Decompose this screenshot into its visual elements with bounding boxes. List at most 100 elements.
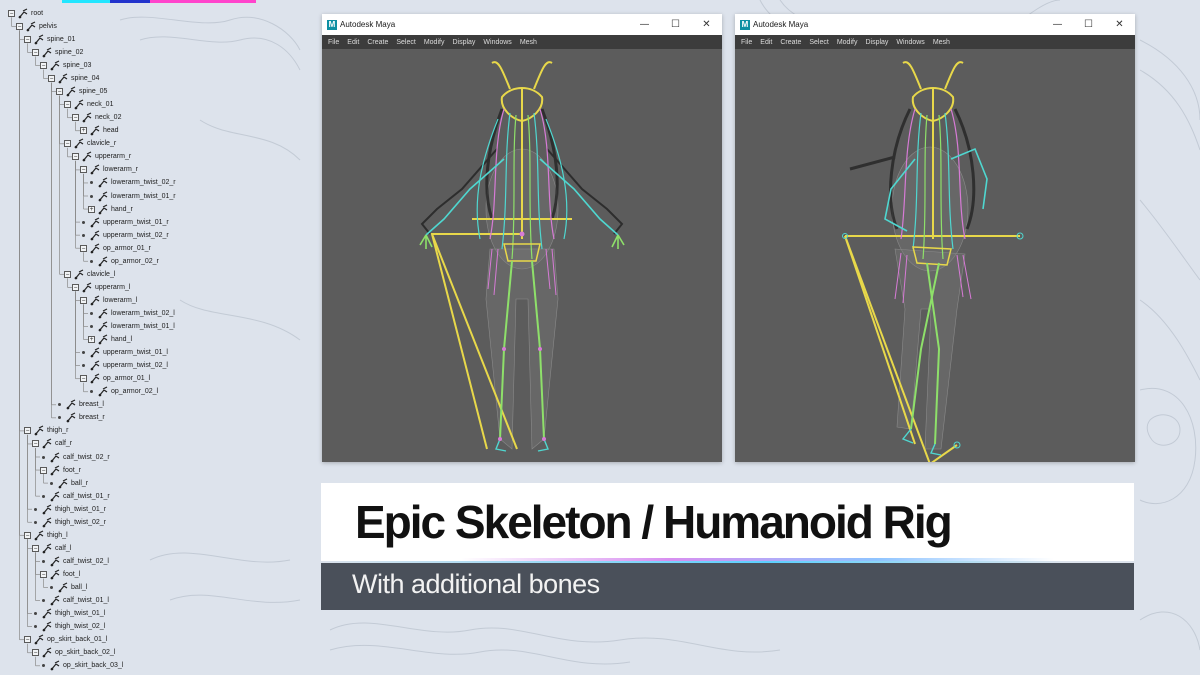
menu-mesh[interactable]: Mesh [520, 39, 537, 46]
outliner-node[interactable]: − upperarm_r [72, 150, 131, 163]
outliner-node[interactable]: calf_twist_01_r [40, 490, 110, 503]
outliner-node[interactable]: op_armor_02_l [88, 385, 158, 398]
outliner-node[interactable]: − foot_r [40, 464, 81, 477]
outliner-node[interactable]: − spine_03 [40, 59, 91, 72]
outliner-node[interactable]: thigh_twist_01_r [32, 503, 106, 516]
outliner-node[interactable]: ball_r [48, 477, 88, 490]
collapse-toggle-icon[interactable]: − [80, 244, 87, 252]
outliner-node[interactable]: lowerarm_twist_02_l [88, 307, 175, 320]
outliner-node[interactable]: − spine_04 [48, 72, 99, 85]
outliner-node[interactable]: − root [8, 7, 43, 20]
outliner-node[interactable]: − lowerarm_l [80, 294, 137, 307]
outliner-node[interactable]: calf_twist_01_l [40, 594, 109, 607]
outliner-node[interactable]: − spine_05 [56, 85, 107, 98]
menu-create[interactable]: Create [780, 39, 801, 46]
outliner-node[interactable]: upperarm_twist_01_r [80, 216, 169, 229]
outliner-node[interactable]: − foot_l [40, 568, 80, 581]
collapse-toggle-icon[interactable]: − [32, 48, 39, 56]
collapse-toggle-icon[interactable]: − [64, 101, 71, 109]
maya-window-front[interactable]: M Autodesk Maya — ☐ ✕ File Edit Create S… [322, 14, 722, 462]
collapse-toggle-icon[interactable]: − [56, 88, 63, 96]
expand-toggle-icon[interactable]: + [88, 336, 95, 344]
outliner-node[interactable]: − lowerarm_r [80, 163, 138, 176]
outliner-node[interactable]: − upperarm_l [72, 281, 130, 294]
outliner-node[interactable]: − op_skirt_back_01_l [24, 633, 107, 646]
outliner-node[interactable]: + hand_r [88, 203, 133, 216]
collapse-toggle-icon[interactable]: − [24, 531, 31, 539]
outliner-node[interactable]: − clavicle_r [64, 137, 116, 150]
close-button[interactable]: ✕ [691, 19, 722, 30]
collapse-toggle-icon[interactable]: − [24, 35, 31, 43]
collapse-toggle-icon[interactable]: − [32, 649, 39, 657]
collapse-toggle-icon[interactable]: − [64, 270, 71, 278]
menu-select[interactable]: Select [396, 39, 415, 46]
menu-modify[interactable]: Modify [837, 39, 858, 46]
outliner-node[interactable]: + head [80, 124, 119, 137]
outliner-node[interactable]: upperarm_twist_02_r [80, 229, 169, 242]
collapse-toggle-icon[interactable]: − [72, 114, 79, 122]
maximize-button[interactable]: ☐ [660, 19, 691, 30]
window-titlebar[interactable]: M Autodesk Maya — ☐ ✕ [322, 14, 722, 35]
collapse-toggle-icon[interactable]: − [40, 466, 47, 474]
collapse-toggle-icon[interactable]: − [72, 153, 79, 161]
outliner-node[interactable]: − calf_r [32, 437, 72, 450]
collapse-toggle-icon[interactable]: − [24, 427, 31, 435]
collapse-toggle-icon[interactable]: − [64, 140, 71, 148]
collapse-toggle-icon[interactable]: − [48, 75, 55, 83]
collapse-toggle-icon[interactable]: − [72, 283, 79, 291]
menu-windows[interactable]: Windows [483, 39, 511, 46]
maximize-button[interactable]: ☐ [1073, 19, 1104, 30]
minimize-button[interactable]: — [629, 19, 660, 30]
viewport-front[interactable] [322, 49, 722, 462]
menu-edit[interactable]: Edit [347, 39, 359, 46]
window-titlebar[interactable]: M Autodesk Maya — ☐ ✕ [735, 14, 1135, 35]
minimize-button[interactable]: — [1042, 19, 1073, 30]
outliner-node[interactable]: thigh_twist_02_l [32, 620, 105, 633]
outliner-node[interactable]: − pelvis [16, 20, 57, 33]
outliner-node[interactable]: − spine_01 [24, 33, 75, 46]
collapse-toggle-icon[interactable]: − [8, 9, 15, 17]
outliner-node[interactable]: − calf_l [32, 542, 71, 555]
collapse-toggle-icon[interactable]: − [16, 22, 23, 30]
menu-file[interactable]: File [741, 39, 752, 46]
outliner-node[interactable]: lowerarm_twist_01_l [88, 320, 175, 333]
menu-modify[interactable]: Modify [424, 39, 445, 46]
outliner-node[interactable]: thigh_twist_01_l [32, 607, 105, 620]
collapse-toggle-icon[interactable]: − [24, 636, 31, 644]
outliner-node[interactable]: thigh_twist_02_r [32, 516, 106, 529]
outliner-node[interactable]: calf_twist_02_r [40, 451, 110, 464]
menu-edit[interactable]: Edit [760, 39, 772, 46]
close-button[interactable]: ✕ [1104, 19, 1135, 30]
outliner-node[interactable]: op_skirt_back_03_l [40, 659, 123, 672]
outliner-node[interactable]: − neck_02 [72, 111, 121, 124]
outliner-node[interactable]: − op_armor_01_l [80, 372, 150, 385]
outliner-node[interactable]: − op_armor_01_r [80, 242, 151, 255]
collapse-toggle-icon[interactable]: − [40, 570, 47, 578]
outliner-node[interactable]: upperarm_twist_01_l [80, 346, 168, 359]
collapse-toggle-icon[interactable]: − [40, 62, 47, 69]
outliner-node[interactable]: − op_skirt_back_02_l [32, 646, 115, 659]
outliner-node[interactable]: − clavicle_l [64, 268, 115, 281]
outliner-node[interactable]: − thigh_l [24, 529, 68, 542]
menu-create[interactable]: Create [367, 39, 388, 46]
outliner-node[interactable]: − spine_02 [32, 46, 83, 59]
maya-window-perspective[interactable]: M Autodesk Maya — ☐ ✕ File Edit Create S… [735, 14, 1135, 462]
outliner-node[interactable]: op_armor_02_r [88, 255, 159, 268]
outliner-node[interactable]: upperarm_twist_02_l [80, 359, 168, 372]
collapse-toggle-icon[interactable]: − [32, 544, 39, 552]
menu-windows[interactable]: Windows [896, 39, 924, 46]
menu-file[interactable]: File [328, 39, 339, 46]
outliner-node[interactable]: + hand_l [88, 333, 132, 346]
outliner-node[interactable]: breast_r [56, 411, 105, 424]
menu-mesh[interactable]: Mesh [933, 39, 950, 46]
expand-toggle-icon[interactable]: + [88, 205, 95, 213]
menu-display[interactable]: Display [452, 39, 475, 46]
collapse-toggle-icon[interactable]: − [80, 166, 87, 174]
outliner-node[interactable]: lowerarm_twist_02_r [88, 176, 176, 189]
collapse-toggle-icon[interactable]: − [32, 440, 39, 448]
outliner-node[interactable]: − neck_01 [64, 98, 113, 111]
outliner-node[interactable]: ball_l [48, 581, 87, 594]
collapse-toggle-icon[interactable]: − [80, 375, 87, 383]
menu-select[interactable]: Select [809, 39, 828, 46]
outliner-node[interactable]: − thigh_r [24, 424, 68, 437]
